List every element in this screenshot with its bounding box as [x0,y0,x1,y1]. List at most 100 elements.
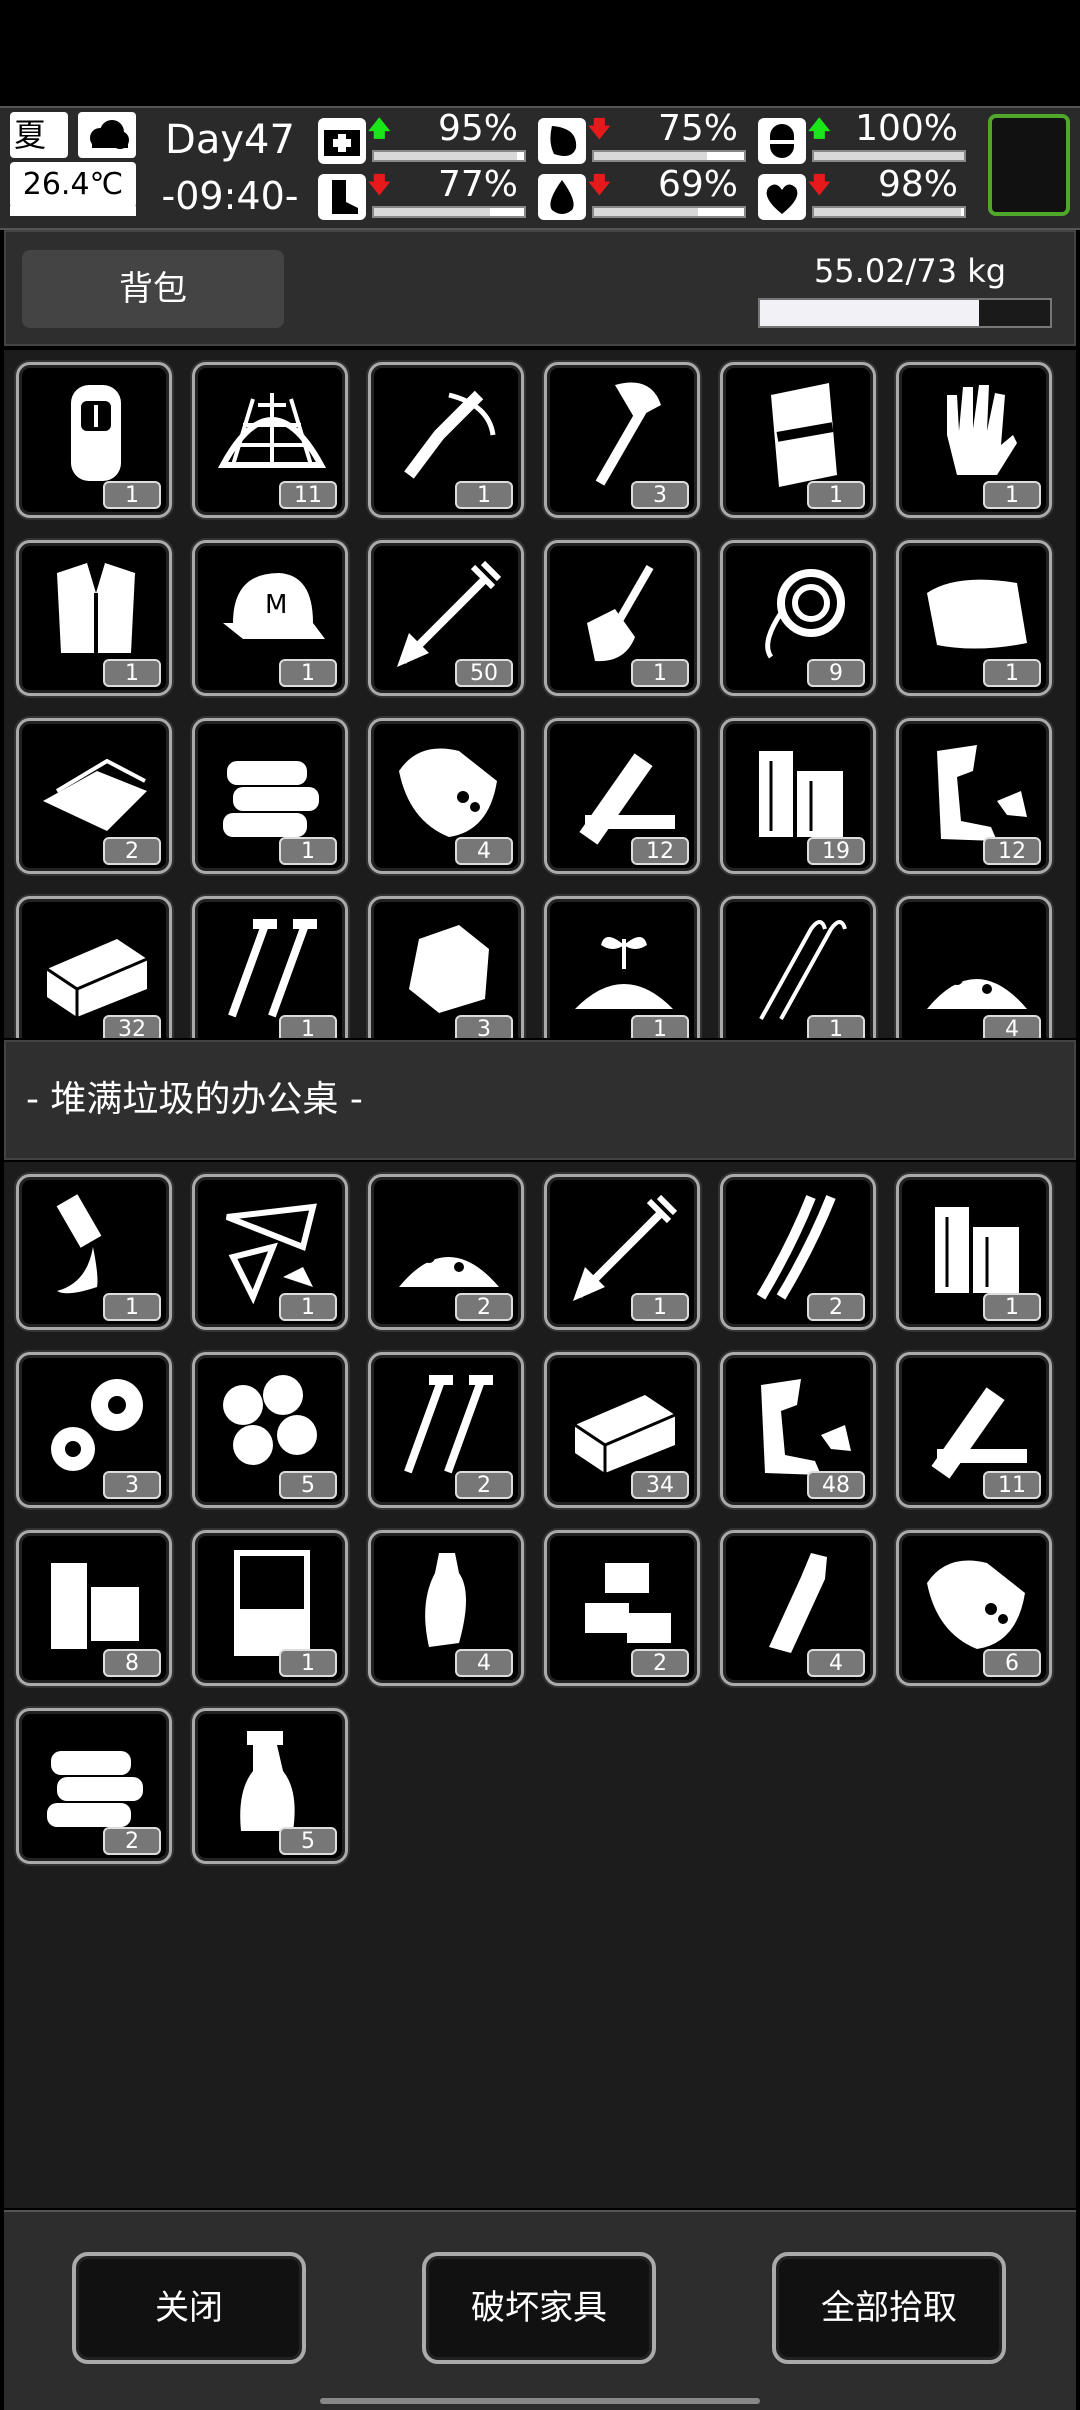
item-count: 1 [631,659,689,687]
backpack-item-slot[interactable]: 1 [192,896,348,1038]
container-item-slot[interactable]: 6 [896,1530,1052,1686]
item-count: 5 [279,1827,337,1855]
backpack-item-slot[interactable]: 12 [544,718,700,874]
container-item-slot[interactable]: 4 [720,1530,876,1686]
cotton-icon [223,1375,317,1465]
backpack-grid[interactable]: 1 11 1 3 1 1 1 M 1 50 1 9 1 2 1 4 12 19 12 32 1 3 1 1 4 [4,350,1076,1038]
backpack-item-slot[interactable]: 1 [16,362,172,518]
stat-bar-fill [594,152,707,160]
container-item-slot[interactable]: 34 [544,1352,700,1508]
container-item-slot[interactable]: 3 [16,1352,172,1508]
backpack-item-slot[interactable]: 1 [368,362,524,518]
towel-stack-icon [47,1751,143,1827]
container-item-slot[interactable]: 1 [192,1174,348,1330]
container-item-slot[interactable]: 5 [192,1708,348,1864]
stat-value: 100% [855,108,958,149]
item-count: 48 [807,1471,865,1499]
towel-stack-icon [223,761,319,837]
container-item-slot[interactable]: 2 [16,1708,172,1864]
backpack-item-slot[interactable]: 4 [368,718,524,874]
weight-readout: 55.02/73 kg [813,252,1007,290]
shovel-icon [587,565,654,662]
axe-icon [595,382,661,486]
crossbow-icon [404,390,496,479]
container-item-slot[interactable]: 48 [720,1352,876,1508]
backpack-item-slot[interactable]: 32 [16,896,172,1038]
backpack-item-slot[interactable]: 2 [16,718,172,874]
container-item-slot[interactable]: 8 [16,1530,172,1686]
item-count: 1 [631,1293,689,1321]
item-count: 2 [807,1293,865,1321]
stat-bar [812,206,966,218]
stomach-icon [538,118,586,164]
item-count: 4 [455,837,513,865]
stat-value: 77% [437,164,518,205]
stat-bar [592,206,746,218]
item-count: 1 [279,837,337,865]
item-count: 2 [455,1471,513,1499]
backpack-item-slot[interactable]: M1 [192,540,348,696]
season-indicator: 夏 [10,112,68,158]
destroy-furniture-button[interactable]: 破坏家具 [422,2252,656,2364]
bottle-icon [769,1553,827,1653]
glass-shards-icon [225,1203,317,1305]
container-item-slot[interactable]: 2 [368,1174,524,1330]
container-item-slot[interactable]: 1 [192,1530,348,1686]
backpack-item-slot[interactable]: 1 [896,540,1052,696]
stat-value: 69% [657,164,738,205]
weight-bar-fill [760,300,979,326]
close-button[interactable]: 关闭 [72,2252,306,2364]
item-count: 19 [807,837,865,865]
container-item-slot[interactable]: 11 [896,1352,1052,1508]
backpack-item-slot[interactable]: 3 [368,896,524,1038]
backpack-item-slot[interactable]: 4 [896,896,1052,1038]
container-item-slot[interactable]: 1 [896,1174,1052,1330]
backpack-item-slot[interactable]: 1 [544,896,700,1038]
brick-icon [46,939,148,1017]
backpack-item-slot[interactable]: 3 [544,362,700,518]
stat-bar-fill [814,152,964,160]
container-item-slot[interactable]: 2 [368,1352,524,1508]
item-count: 1 [279,1649,337,1677]
container-item-slot[interactable]: 5 [192,1352,348,1508]
item-count: 1 [455,481,513,509]
stat-bar-fill [374,208,490,216]
quick-slot[interactable] [988,114,1070,216]
backpack-item-slot[interactable]: 1 [720,896,876,1038]
temperature-value: 26.4℃ [22,167,124,202]
item-count: 50 [455,659,513,687]
arrow-icon [573,1194,678,1301]
item-count: 34 [631,1471,689,1499]
game-clock: -09:40- [161,174,299,218]
item-count: 8 [103,1649,161,1677]
backpack-item-slot[interactable]: 1 [16,540,172,696]
container-item-slot[interactable]: 2 [720,1174,876,1330]
beaker-icon [234,1550,310,1656]
tab-backpack[interactable]: 背包 [22,250,284,328]
item-count: 2 [631,1649,689,1677]
screw-icon [228,919,317,1018]
container-item-slot[interactable]: 2 [544,1530,700,1686]
backpack-item-slot[interactable]: 1 [720,362,876,518]
take-all-button[interactable]: 全部拾取 [772,2252,1006,2364]
logs-icon [935,1207,1019,1293]
backpack-item-slot[interactable]: 50 [368,540,524,696]
rope-icon [765,569,845,659]
container-grid[interactable]: 1 1 2 1 2 1 3 5 2 34 48 11 8 1 4 2 4 6 2 5 [4,1162,1076,2208]
item-count: 3 [103,1471,161,1499]
backpack-item-slot[interactable]: 9 [720,540,876,696]
container-item-slot[interactable]: 4 [368,1530,524,1686]
container-item-slot[interactable]: 1 [544,1174,700,1330]
backpack-item-slot[interactable]: 1 [192,718,348,874]
backpack-item-slot[interactable]: 11 [192,362,348,518]
rubble-icon [927,971,1027,1009]
backpack-item-slot[interactable]: 1 [544,540,700,696]
backpack-item-slot[interactable]: 12 [896,718,1052,874]
container-item-slot[interactable]: 1 [16,1174,172,1330]
backpack-item-slot[interactable]: 19 [720,718,876,874]
item-count: 4 [455,1649,513,1677]
item-count: 1 [103,481,161,509]
item-count: 3 [455,1015,513,1038]
backpack-item-slot[interactable]: 1 [896,362,1052,518]
container-title: - 堆满垃圾的办公桌 - [4,1040,1076,1160]
